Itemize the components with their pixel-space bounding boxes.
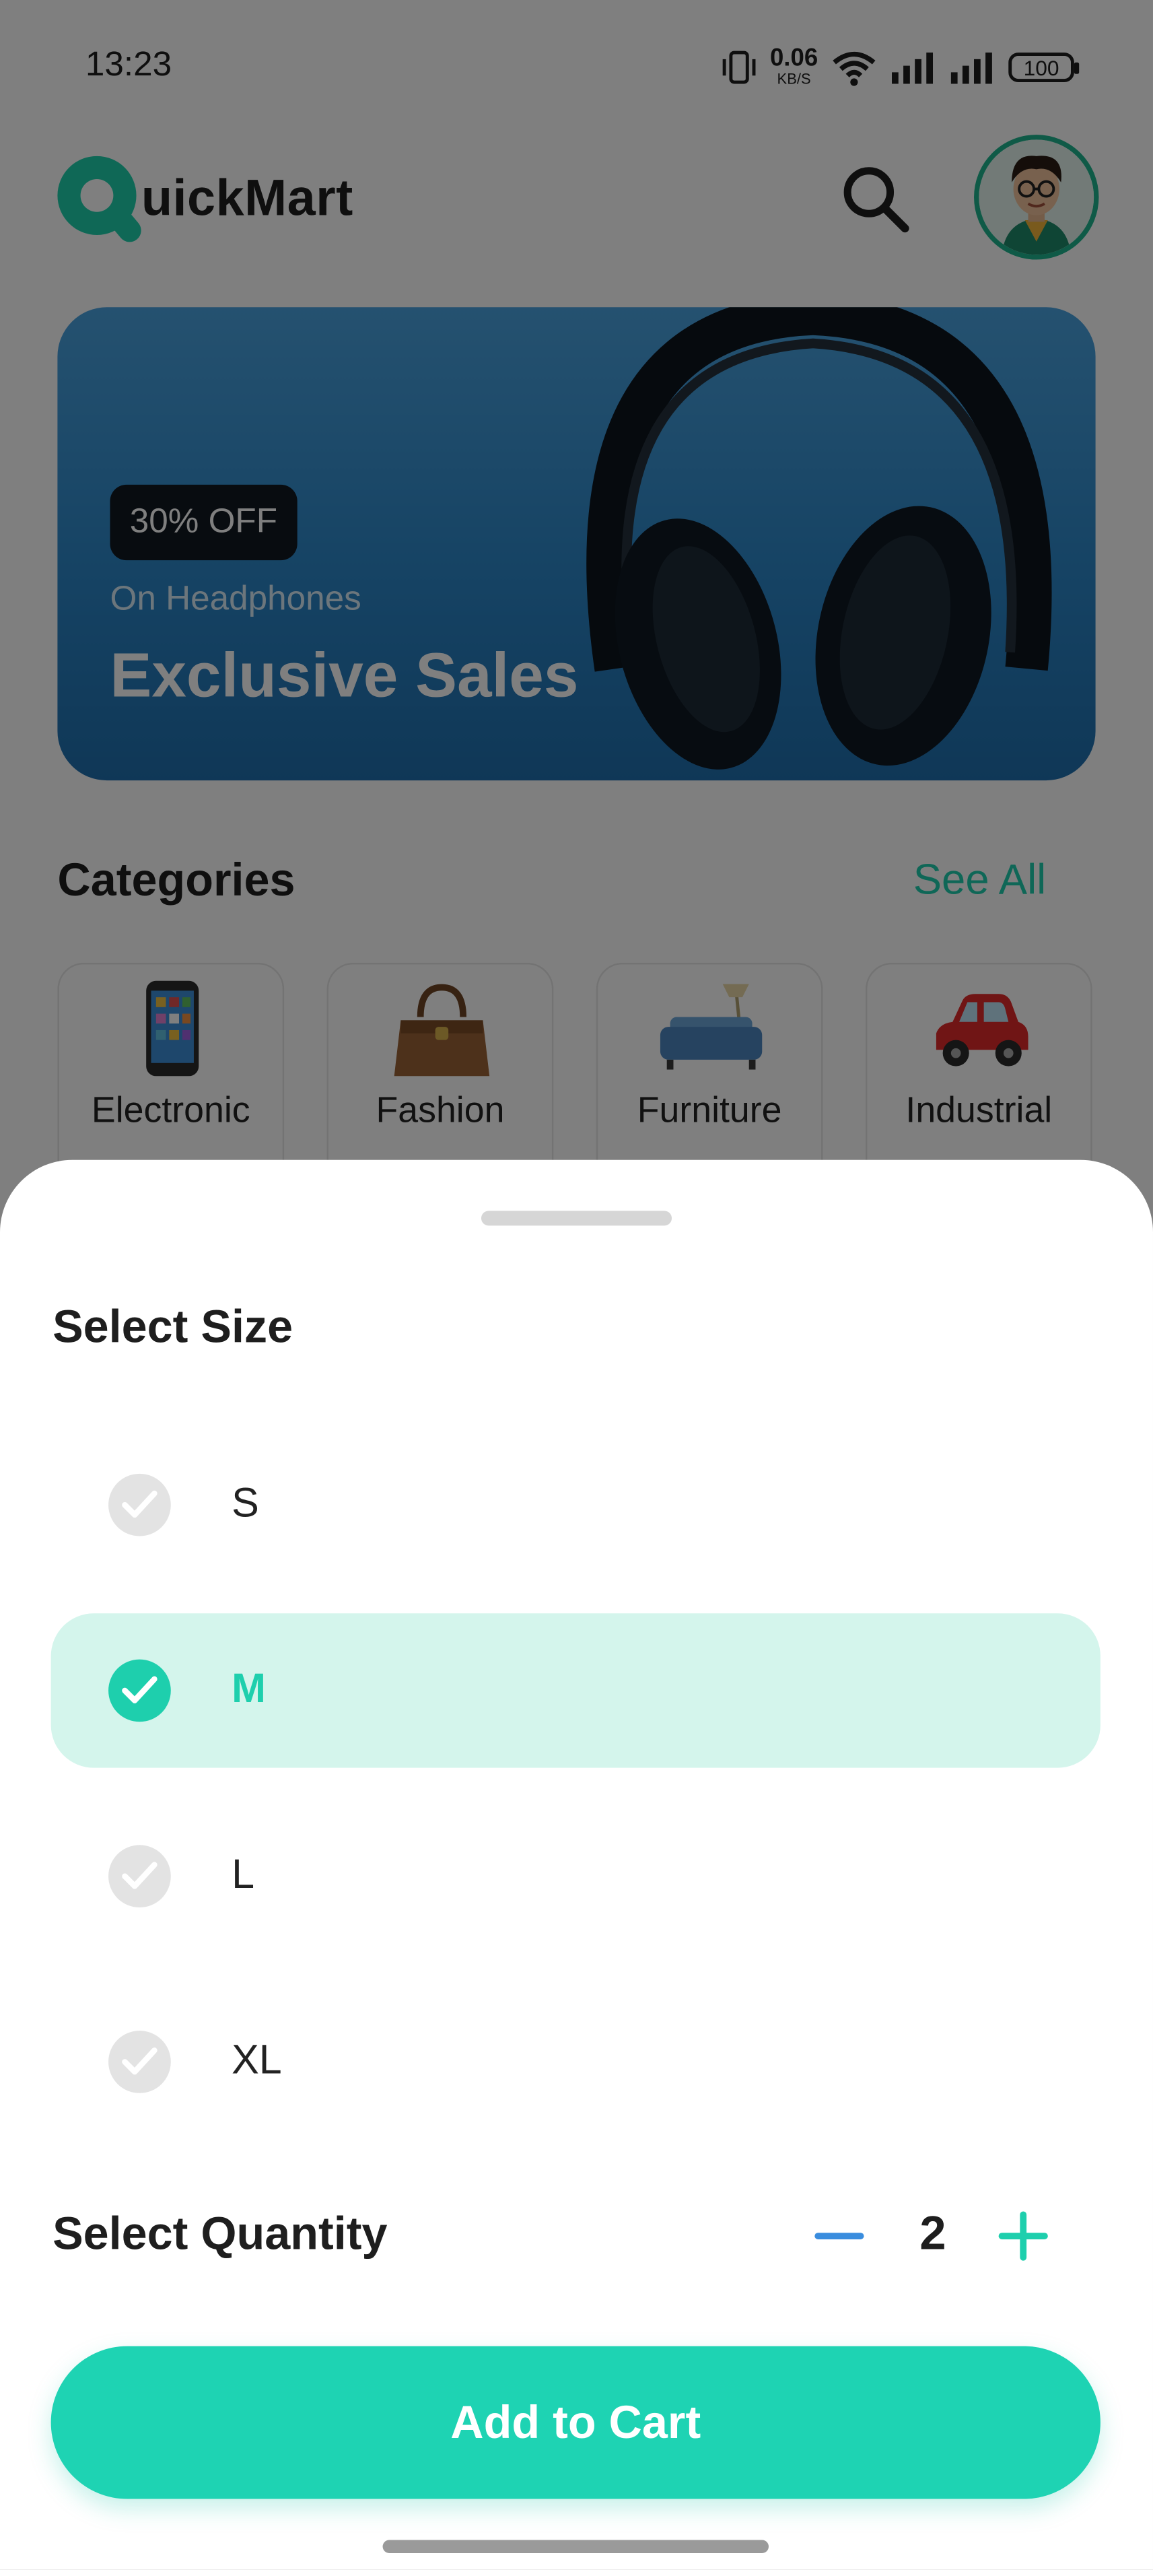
size-label: M <box>232 1666 266 1712</box>
plus-icon[interactable] <box>995 2208 1051 2264</box>
minus-icon[interactable] <box>811 2208 867 2264</box>
check-circle-icon <box>108 1659 171 1722</box>
add-to-cart-button[interactable]: Add to Cart <box>50 2346 1100 2499</box>
check-circle-icon <box>108 1473 171 1536</box>
size-option-m[interactable]: M <box>50 1613 1100 1768</box>
size-label: XL <box>232 2037 282 2084</box>
size-label: S <box>232 1480 259 1526</box>
select-size-title: Select Size <box>53 1301 293 1353</box>
select-quantity-title: Select Quantity <box>53 2208 388 2260</box>
check-circle-icon <box>108 2031 171 2093</box>
size-bottom-sheet: Select Size S M L XL Select Quantity 2 A… <box>0 1159 1153 2570</box>
quantity-value: 2 <box>919 2208 946 2261</box>
app-screen: 13:23 0.06 KB/S <box>0 0 1153 2570</box>
sheet-drag-handle[interactable] <box>481 1211 672 1226</box>
size-option-xl[interactable]: XL <box>51 1985 1100 2139</box>
size-option-l[interactable]: L <box>51 1799 1100 1953</box>
size-label: L <box>232 1852 254 1898</box>
check-circle-icon <box>108 1845 171 1908</box>
home-indicator[interactable] <box>382 2540 769 2554</box>
size-option-s[interactable]: S <box>51 1428 1100 1582</box>
